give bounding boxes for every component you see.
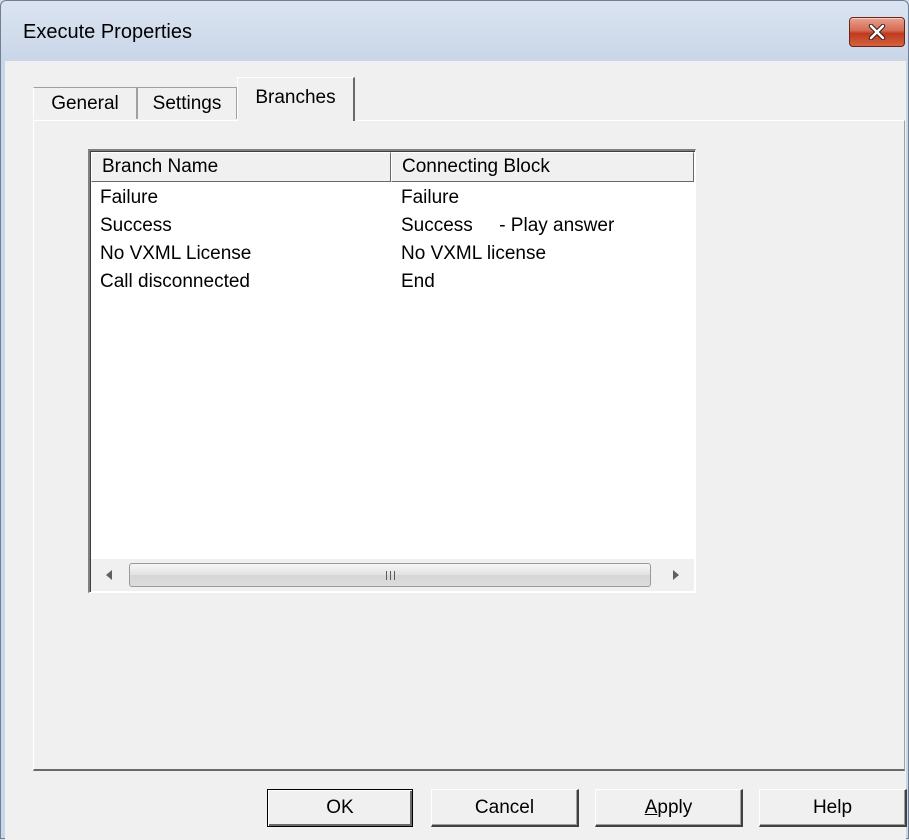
branches-tab-panel: Branch Name Connecting Block Failure Fai…: [33, 120, 905, 771]
close-icon: [850, 18, 904, 46]
execute-properties-dialog: Execute Properties General Settings Bran…: [0, 0, 909, 840]
branches-list-view[interactable]: Branch Name Connecting Block Failure Fai…: [88, 149, 696, 593]
list-item[interactable]: Failure Failure: [91, 184, 694, 212]
tab-branches[interactable]: Branches: [237, 77, 355, 121]
apply-button[interactable]: Apply: [595, 789, 743, 827]
grip-icon: [130, 564, 650, 586]
scroll-right-arrow-icon: [673, 570, 679, 580]
scrollbar-thumb[interactable]: [129, 563, 651, 587]
tab-general[interactable]: General: [33, 87, 137, 119]
apply-accelerator: A: [644, 796, 658, 818]
ok-button[interactable]: OK: [267, 789, 413, 827]
tab-settings[interactable]: Settings: [137, 87, 237, 119]
list-header: Branch Name Connecting Block: [91, 152, 694, 182]
scroll-left-arrow-icon: [106, 570, 112, 580]
connecting-block-cell: End: [401, 271, 435, 292]
list-item[interactable]: No VXML License No VXML license: [91, 240, 694, 268]
scroll-right-button[interactable]: [658, 559, 694, 591]
horizontal-scrollbar[interactable]: [91, 559, 694, 591]
branch-name-cell: Call disconnected: [100, 271, 250, 292]
branch-name-cell: Failure: [100, 187, 159, 208]
column-header-connecting-block[interactable]: Connecting Block: [391, 152, 694, 182]
dialog-client-area: General Settings Branches Branch Name Co…: [5, 61, 907, 840]
list-rows: Failure Failure Success Success - Play a…: [91, 184, 694, 296]
branch-name-cell: Success: [100, 215, 172, 236]
branch-name-cell: No VXML License: [100, 243, 252, 264]
cancel-button[interactable]: Cancel: [431, 789, 579, 827]
connecting-block-cell: Success - Play answer: [401, 215, 615, 236]
tab-branches-label: Branches: [255, 86, 336, 108]
column-header-branch-name[interactable]: Branch Name: [91, 152, 391, 182]
tab-general-label: General: [51, 92, 119, 114]
connecting-block-cell: No VXML license: [401, 243, 547, 264]
tab-settings-label: Settings: [152, 92, 222, 114]
scroll-left-button[interactable]: [91, 559, 127, 591]
list-item[interactable]: Success Success - Play answer: [91, 212, 694, 240]
close-button[interactable]: [849, 17, 905, 47]
help-button[interactable]: Help: [759, 789, 907, 827]
window-title: Execute Properties: [23, 21, 192, 43]
connecting-block-cell: Failure: [401, 187, 460, 208]
list-item[interactable]: Call disconnected End: [91, 268, 694, 296]
title-bar[interactable]: Execute Properties: [1, 1, 908, 61]
apply-label: pply: [657, 796, 693, 818]
